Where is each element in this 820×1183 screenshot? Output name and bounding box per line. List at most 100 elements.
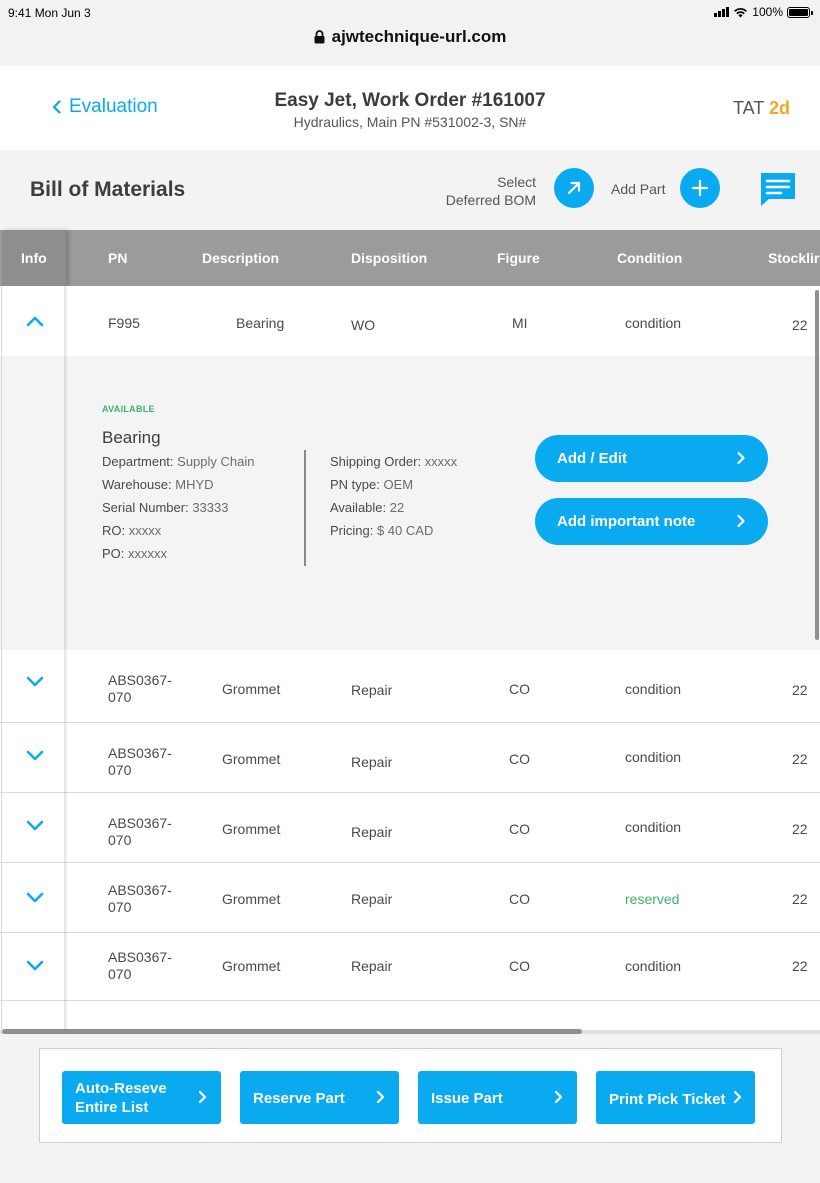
cell-figure: CO [509,958,530,974]
cell-stock: 22 [792,958,808,974]
cell-condition: condition [625,958,682,974]
comments-button[interactable] [760,171,796,207]
add-important-note-button[interactable]: Add important note [535,498,768,545]
issue-part-label: Issue Part [431,1090,503,1107]
address-bar[interactable]: ajwtechnique-url.com [0,27,820,47]
table-row-expanded[interactable]: F995 Bearing WO MI condition 22 AVAILABL… [0,286,820,650]
tat-indicator: TAT 2d [733,98,790,119]
lock-icon [314,30,325,44]
cell-disposition: Repair [351,754,393,770]
cell-condition: condition [625,315,682,331]
chevron-down-icon[interactable] [25,958,45,972]
cell-disposition: Repair [351,958,393,974]
chevron-right-icon [198,1090,207,1104]
page-subtitle: Hydraulics, Main PN #531002-3, SN# [293,114,527,130]
deferred-label-line2: Deferred BOM [445,192,536,208]
wifi-icon [734,7,748,17]
detail-po: PO: xxxxxx [102,546,168,561]
cell-description: Grommet [222,751,281,767]
page-title: Easy Jet, Work Order #161007 [274,90,546,111]
page-title-block: Easy Jet, Work Order #161007 Hydraulics,… [0,90,820,130]
table-row[interactable]: ABS0367-070 Grommet Repair CO condition … [0,933,820,1001]
auto-reserve-entire-list-button[interactable]: Auto-Reseve Entire List [62,1071,221,1124]
deferred-label-line1: Select [497,174,536,190]
cell-figure: CO [509,821,530,837]
column-header-description[interactable]: Description [202,250,279,266]
bom-toolbar: Bill of Materials Select Deferred BOM Ad… [0,150,820,230]
chevron-right-icon [376,1090,385,1104]
table-header: Info PN Description Disposition Figure C… [0,230,820,286]
add-note-label: Add important note [557,513,696,530]
cell-figure: MI [512,315,528,331]
cell-condition: condition [625,749,682,765]
cell-stock: 22 [792,751,808,767]
chevron-right-icon [554,1090,563,1104]
cell-pn: ABS0367-070 [108,882,172,915]
print-pick-ticket-label: Print Pick Ticket [609,1091,726,1108]
detail-warehouse: Warehouse: MHYD [102,477,214,492]
cell-pn: ABS0367-070 [108,949,172,982]
column-header-info[interactable]: Info [2,230,66,286]
detail-pn-type: PN type: OEM [330,477,414,492]
add-edit-button[interactable]: Add / Edit [535,435,768,482]
cell-figure: CO [509,681,530,697]
chevron-up-icon[interactable] [25,314,45,328]
signal-icon [714,7,730,17]
table-row[interactable]: ABS0367-070 Grommet Repair CO condition … [0,723,820,793]
part-detail-panel: AVAILABLE Bearing Department: Supply Cha… [0,356,820,650]
chevron-down-icon[interactable] [25,674,45,688]
table-left-border [1,286,2,1030]
vertical-scrollbar[interactable] [815,290,819,640]
column-header-figure[interactable]: Figure [497,250,540,266]
column-header-condition[interactable]: Condition [617,250,682,266]
detail-department: Department: Supply Chain [102,454,255,469]
table-row[interactable]: ABS0367-070 Grommet Repair CO condition … [0,650,820,723]
chevron-right-icon [737,451,745,465]
app-header: Evaluation Easy Jet, Work Order #161007 … [0,66,820,150]
issue-part-button[interactable]: Issue Part [418,1071,577,1124]
status-time: 9:41 Mon Jun 3 [8,6,91,20]
status-indicators: 100% [714,5,813,19]
cell-description: Grommet [222,681,281,697]
chevron-down-icon[interactable] [25,748,45,762]
auto-reserve-label: Auto-Reseve Entire List [75,1079,167,1117]
detail-available: Available: 22 [330,500,405,515]
column-header-pn[interactable]: PN [108,250,127,266]
chevron-right-icon [737,514,745,528]
table-row[interactable]: ABS0367-070 Grommet Repair CO reserved 2… [0,863,820,933]
column-header-stock[interactable]: Stocklir [768,250,819,266]
url-text: ajwtechnique-url.com [331,27,507,46]
chevron-right-icon [733,1090,742,1104]
cell-description: Grommet [222,891,281,907]
cell-description: Grommet [222,821,281,837]
print-pick-ticket-button[interactable]: Print Pick Ticket [596,1071,755,1124]
plus-icon [691,179,709,197]
tat-value: 2d [768,98,790,118]
cell-pn: ABS0367-070 [108,672,172,705]
add-edit-label: Add / Edit [557,450,627,467]
tat-label: TAT [732,98,764,118]
cell-pn: F995 [108,315,140,331]
availability-badge: AVAILABLE [102,404,155,414]
chevron-down-icon[interactable] [25,818,45,832]
section-title: Bill of Materials [30,178,186,201]
status-bar: 9:41 Mon Jun 3 100% ajwtechnique-url.com [0,0,820,66]
detail-shipping-order: Shipping Order: xxxxx [330,454,458,469]
table-body[interactable]: F995 Bearing WO MI condition 22 AVAILABL… [0,286,820,1030]
cell-disposition: Repair [351,891,393,907]
reserve-part-button[interactable]: Reserve Part [240,1071,399,1124]
cell-condition: condition [625,819,682,835]
column-header-disposition[interactable]: Disposition [351,250,427,266]
cell-figure: CO [509,891,530,907]
add-part-button[interactable] [680,168,720,208]
table-row[interactable]: ABS0367-070 Grommet Repair CO condition … [0,793,820,863]
cell-stock: 22 [792,317,808,333]
chevron-down-icon[interactable] [25,890,45,904]
select-deferred-bom-button[interactable] [554,168,594,208]
cell-disposition: Repair [351,682,393,698]
add-part-label: Add Part [611,181,666,197]
cell-condition-reserved: reserved [625,891,680,907]
cell-description: Bearing [236,315,285,331]
cell-stock: 22 [792,682,808,698]
auto-reserve-line2: Entire List [75,1099,149,1116]
